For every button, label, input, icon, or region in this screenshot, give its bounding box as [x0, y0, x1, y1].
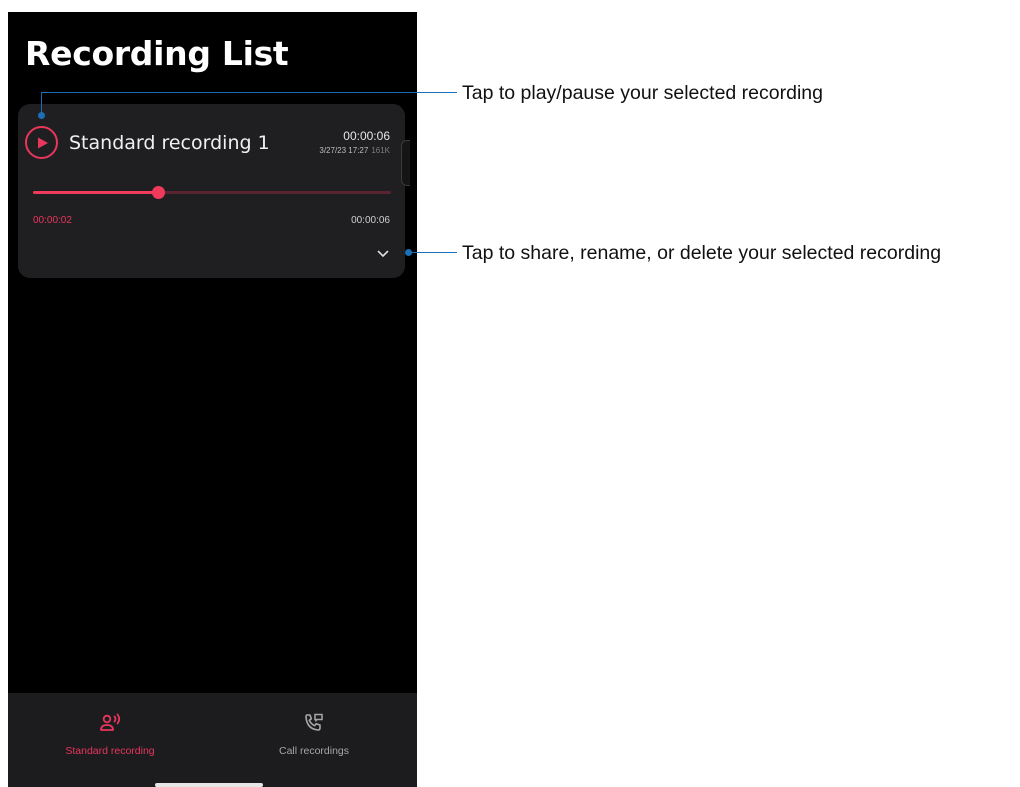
phone-screen: Recording List Standard recording 1 00:0…: [8, 12, 417, 787]
tab-standard-recording[interactable]: Standard recording: [8, 693, 212, 787]
total-time: 00:00:06: [351, 215, 390, 226]
seek-bar[interactable]: [33, 186, 391, 199]
recording-duration: 00:00:06: [343, 129, 390, 143]
chevron-down-icon: [377, 250, 389, 257]
tab-call-recordings[interactable]: Call recordings: [212, 693, 416, 787]
bottom-navigation: Standard recording Call recordings: [8, 693, 417, 787]
recording-name: Standard recording 1: [69, 132, 270, 154]
callout-play-text: Tap to play/pause your selected recordin…: [462, 82, 823, 104]
current-time: 00:00:02: [33, 215, 72, 226]
play-pause-button[interactable]: [25, 126, 58, 159]
tab-label: Standard recording: [65, 745, 155, 757]
callout-connector: [41, 92, 42, 114]
person-voice-icon: [100, 713, 121, 731]
tab-label: Call recordings: [278, 745, 350, 757]
page-title: Recording List: [25, 34, 289, 73]
side-scroll-handle[interactable]: [401, 140, 410, 186]
callout-line: [410, 252, 457, 253]
recording-card[interactable]: Standard recording 1 00:00:06 3/27/23 17…: [18, 104, 405, 278]
recording-date: 3/27/23 17:27: [319, 146, 369, 155]
home-indicator[interactable]: [155, 783, 263, 787]
phone-call-icon: [305, 713, 323, 731]
seek-bar-thumb[interactable]: [152, 186, 166, 199]
play-icon: [38, 137, 48, 148]
seek-bar-progress: [33, 191, 159, 194]
expand-options-button[interactable]: [373, 247, 393, 261]
recording-size: 161K: [371, 146, 390, 155]
recording-meta: 3/27/23 17:27 161K: [319, 146, 390, 155]
callout-line: [41, 92, 457, 93]
callout-dot: [38, 112, 45, 119]
callout-options-text: Tap to share, rename, or delete your sel…: [462, 242, 942, 264]
